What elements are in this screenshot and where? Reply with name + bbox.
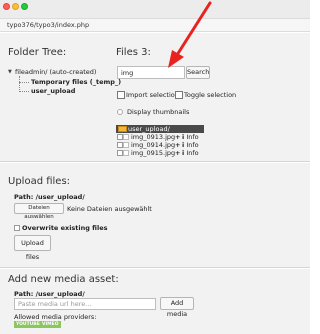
minimize-window-button[interactable]	[12, 3, 19, 10]
info-link[interactable]: i Info	[182, 141, 199, 149]
tree-item-user-upload[interactable]: user_upload	[31, 87, 75, 95]
tree-connector	[19, 91, 29, 92]
import-selection-icon[interactable]	[117, 91, 125, 99]
add-file-icon[interactable]: +	[175, 133, 180, 141]
tree-expand-icon[interactable]: ▼	[8, 69, 12, 75]
overwrite-label: Overwrite existing files	[22, 224, 108, 232]
media-path-label: Path: /user_upload/	[14, 290, 85, 298]
add-file-icon[interactable]: +	[175, 141, 180, 149]
file-icon	[123, 134, 129, 140]
tree-item-temp[interactable]: Temporary files (_temp_)	[31, 78, 121, 86]
files-title: Files 3:	[116, 47, 151, 58]
display-thumbnails-label: Display thumbnails	[127, 108, 190, 116]
address-bar[interactable]: typo376/typo3/index.php	[0, 18, 310, 32]
file-search-input[interactable]: img	[117, 66, 185, 79]
search-button[interactable]: Search	[186, 66, 210, 79]
file-icon	[123, 142, 129, 148]
add-file-icon[interactable]: +	[175, 149, 180, 157]
file-browser-panel: Folder Tree: ▼ fileadmin/ (auto-created)…	[0, 33, 310, 162]
toggle-selection-icon[interactable]	[175, 91, 183, 99]
element-browser-page: Folder Tree: ▼ fileadmin/ (auto-created)…	[0, 33, 310, 334]
window-titlebar	[0, 0, 310, 18]
provider-vimeo-badge: VIMEO	[40, 321, 61, 328]
toggle-selection-button[interactable]: Toggle selection	[184, 91, 236, 99]
overwrite-checkbox[interactable]	[14, 225, 20, 231]
add-media-button[interactable]: Add media	[160, 297, 194, 318]
upload-files-title: Upload files:	[8, 176, 71, 187]
provider-youtube-badge: YOUTUBE	[14, 321, 42, 328]
no-files-label: Keine Dateien ausgewählt	[67, 205, 152, 213]
choose-files-button[interactable]: Dateien auswählen	[14, 203, 64, 220]
upload-path-label: Path: /user_upload/	[14, 193, 85, 201]
folder-icon	[118, 126, 127, 132]
import-selection-button[interactable]: Import selection	[126, 91, 179, 99]
file-name[interactable]: img_0915.jpg	[131, 149, 175, 157]
tree-root-fileadmin[interactable]: fileadmin/ (auto-created)	[15, 68, 96, 76]
providers-label: Allowed media providers:	[14, 313, 97, 321]
upload-files-button[interactable]: Upload files	[14, 235, 51, 261]
folder-tree-title: Folder Tree:	[8, 47, 67, 58]
info-link[interactable]: i Info	[182, 133, 199, 141]
info-link[interactable]: i Info	[182, 149, 199, 157]
media-url-input[interactable]: Paste media url here...	[14, 298, 156, 310]
address-url: typo376/typo3/index.php	[7, 21, 90, 29]
file-name[interactable]: img_0914.jpg	[131, 141, 175, 149]
display-thumbnails-checkbox[interactable]	[117, 109, 123, 115]
folder-row-label: user_upload/	[128, 125, 170, 133]
file-name[interactable]: img_0913.jpg	[131, 133, 175, 141]
upload-files-panel: Upload files: Path: /user_upload/ Dateie…	[0, 163, 310, 268]
tree-connector	[19, 82, 29, 83]
media-asset-panel: Add new media asset: Path: /user_upload/…	[0, 269, 310, 334]
tree-connector	[19, 76, 20, 92]
close-window-button[interactable]	[3, 3, 10, 10]
media-asset-title: Add new media asset:	[8, 274, 119, 285]
file-icon	[123, 150, 129, 156]
maximize-window-button[interactable]	[21, 3, 28, 10]
